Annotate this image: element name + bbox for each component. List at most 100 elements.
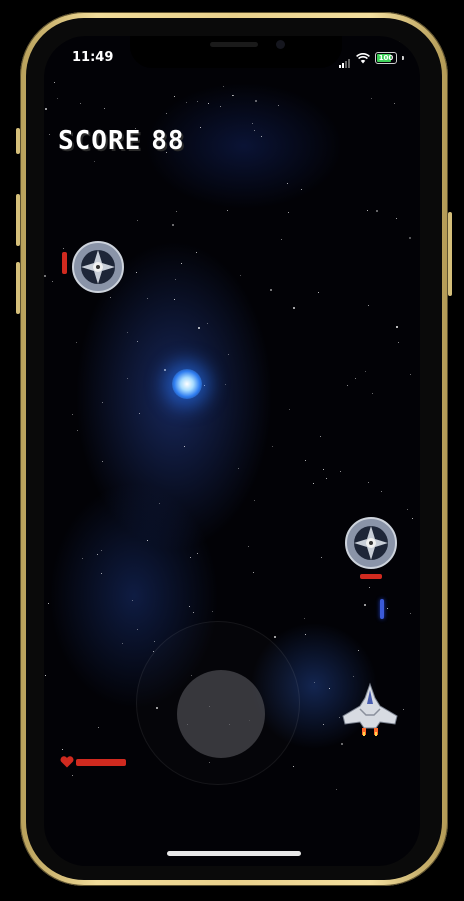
star xyxy=(175,279,176,280)
star xyxy=(225,384,226,385)
star xyxy=(412,518,413,519)
game-screen[interactable]: 11:49 100 SCORE 88 xyxy=(44,36,420,866)
star xyxy=(364,604,366,606)
star xyxy=(326,478,327,479)
star xyxy=(48,603,49,604)
star xyxy=(44,275,46,277)
star xyxy=(398,342,399,343)
star xyxy=(321,557,322,558)
star xyxy=(287,183,288,184)
star xyxy=(181,263,182,264)
star xyxy=(305,634,306,635)
star xyxy=(288,212,289,213)
star xyxy=(127,378,128,379)
star xyxy=(136,272,137,273)
star xyxy=(252,123,253,124)
star xyxy=(184,446,185,447)
star xyxy=(254,130,255,131)
star xyxy=(159,503,160,504)
star xyxy=(223,86,224,87)
wifi-icon xyxy=(356,52,370,63)
star xyxy=(261,136,262,137)
star xyxy=(376,210,378,212)
player-ship-icon xyxy=(342,682,398,736)
star xyxy=(76,342,77,343)
star xyxy=(139,413,140,414)
star xyxy=(403,709,404,710)
star xyxy=(368,305,369,306)
star xyxy=(127,332,128,333)
star xyxy=(255,100,257,102)
star xyxy=(274,636,276,638)
star xyxy=(228,354,229,355)
star xyxy=(293,307,295,309)
star xyxy=(341,743,343,745)
star xyxy=(347,385,348,386)
star xyxy=(174,299,175,300)
side-button-volume-up xyxy=(16,194,20,246)
star xyxy=(190,557,191,558)
star xyxy=(254,500,255,501)
notch xyxy=(130,36,342,68)
star xyxy=(176,211,177,212)
star xyxy=(72,775,73,776)
star xyxy=(281,239,282,240)
status-indicators: 100 xyxy=(339,52,404,68)
star xyxy=(189,606,190,607)
star xyxy=(353,676,354,677)
star xyxy=(208,103,209,104)
star xyxy=(270,289,272,291)
star xyxy=(198,327,200,329)
star xyxy=(200,127,201,128)
score-display: SCORE 88 xyxy=(58,126,185,156)
side-button-silent xyxy=(16,128,20,154)
star xyxy=(122,643,123,644)
star xyxy=(174,96,175,97)
star xyxy=(212,611,213,612)
joystick-knob[interactable] xyxy=(177,670,265,758)
star xyxy=(54,82,55,83)
energy-orb xyxy=(172,369,202,399)
star xyxy=(371,98,372,99)
star xyxy=(410,613,411,614)
star xyxy=(164,369,166,371)
star xyxy=(253,572,254,573)
star xyxy=(97,554,98,555)
star xyxy=(313,483,314,484)
speaker xyxy=(210,42,258,47)
star xyxy=(82,558,83,559)
star xyxy=(368,482,369,483)
star xyxy=(220,106,221,107)
star xyxy=(410,374,411,375)
star xyxy=(207,323,208,324)
home-indicator[interactable] xyxy=(167,851,301,856)
signal-icon xyxy=(339,49,351,68)
star xyxy=(372,393,373,394)
star xyxy=(248,546,249,547)
heart-icon xyxy=(60,756,74,768)
star xyxy=(233,95,234,96)
star xyxy=(102,461,103,462)
star xyxy=(154,641,155,642)
star xyxy=(63,248,64,249)
star xyxy=(367,210,368,211)
star xyxy=(407,509,408,510)
star xyxy=(381,491,382,492)
star xyxy=(396,218,397,219)
star xyxy=(387,608,388,609)
star xyxy=(320,436,321,437)
score-label: SCORE xyxy=(58,126,142,156)
star xyxy=(394,103,395,104)
star xyxy=(147,298,148,299)
enemy-health-bar xyxy=(360,574,382,579)
star xyxy=(49,134,50,135)
player-health xyxy=(60,756,126,768)
front-camera xyxy=(276,40,285,49)
star xyxy=(186,102,187,103)
star xyxy=(240,275,241,276)
star xyxy=(137,341,138,342)
score-value: 88 xyxy=(151,126,185,156)
star xyxy=(358,650,359,651)
star xyxy=(197,101,198,102)
side-button-volume-down xyxy=(16,262,20,314)
